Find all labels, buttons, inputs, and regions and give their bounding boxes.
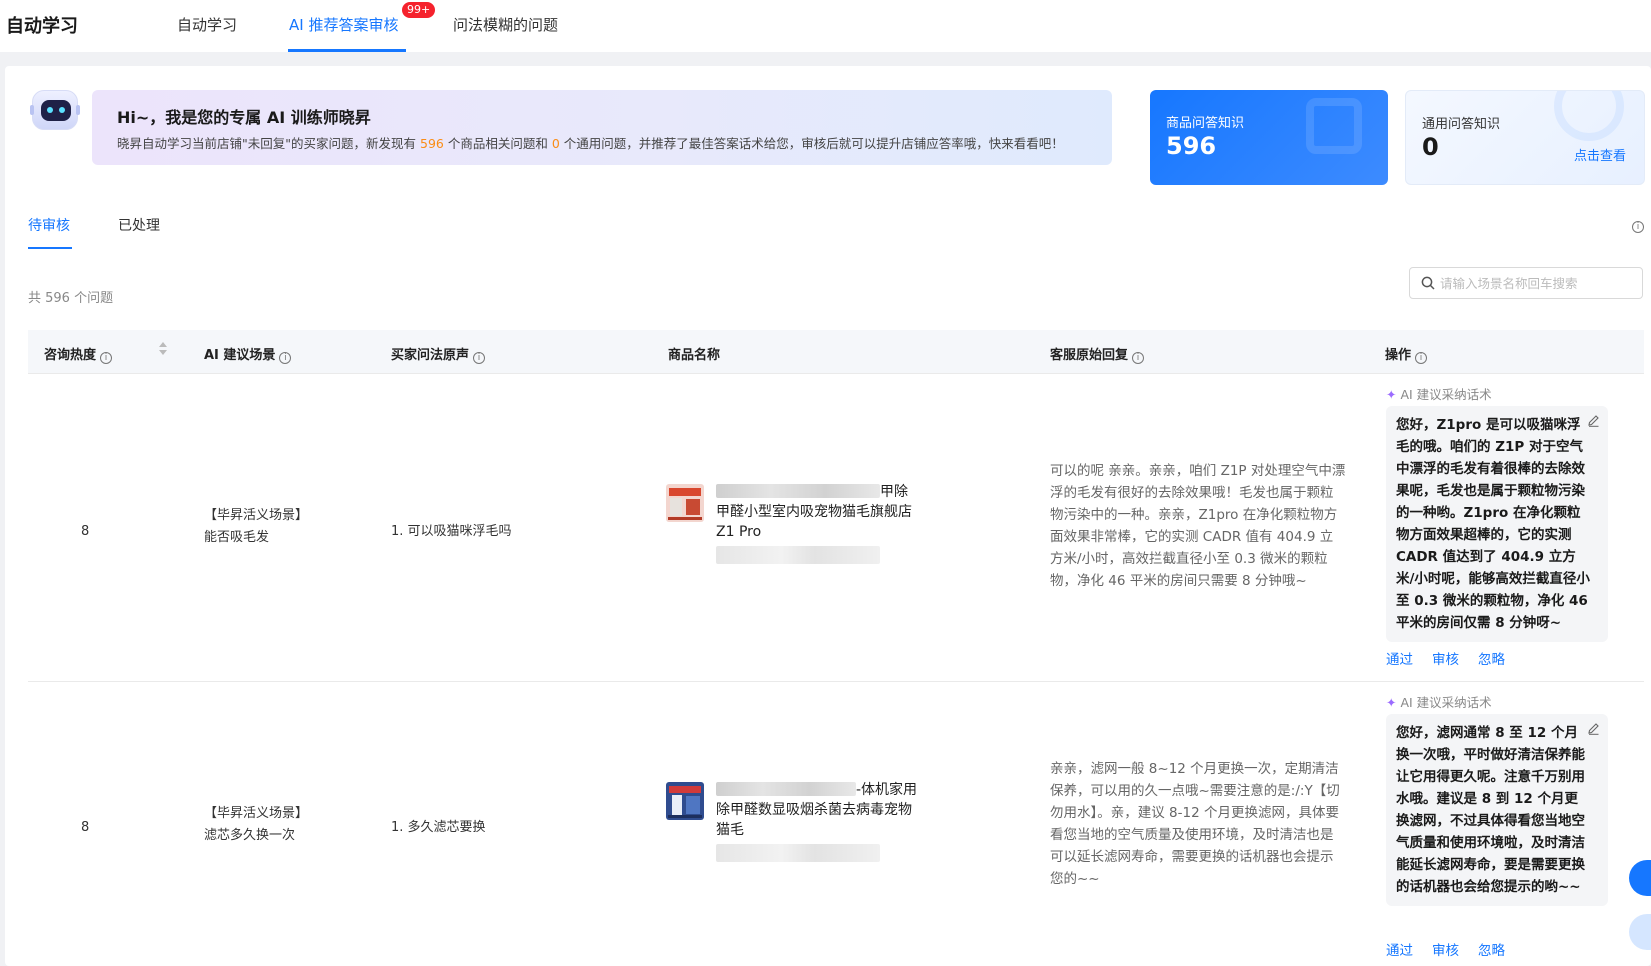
col-heat-label: 咨询热度 — [44, 348, 97, 363]
search-box[interactable] — [1409, 267, 1643, 299]
subtab-active-indicator — [28, 247, 72, 249]
col-original-reply: 客服原始回复 i — [1050, 344, 1145, 364]
nav-tab-vague-questions[interactable]: 问法模糊的问题 — [453, 14, 558, 35]
product-qa-value: 596 — [1166, 132, 1217, 160]
info-icon[interactable]: i — [100, 352, 113, 364]
scene-name: 能否吸毛发 — [204, 530, 270, 545]
search-icon — [1421, 276, 1435, 290]
ai-suggestion-label: ✦ AI 建议采纳话术 — [1386, 384, 1492, 403]
search-input[interactable] — [1440, 269, 1636, 297]
redacted-text — [716, 844, 880, 862]
nav-tab-badge: 99+ — [402, 2, 436, 18]
total-count: 共 596 个问题 — [28, 291, 114, 306]
info-icon[interactable]: i — [279, 352, 292, 364]
banner-product-count: 596 — [420, 136, 444, 151]
info-icon[interactable]: i — [473, 352, 486, 364]
product-name-rest: 除甲醛数显吸烟杀菌去病毒宠物猫毛 — [716, 802, 912, 838]
banner-general-count: 0 — [551, 136, 560, 151]
review-button[interactable]: 审核 — [1432, 939, 1459, 959]
app-title: 自动学习 — [6, 16, 78, 37]
ai-suggestion-label-text: AI 建议采纳话术 — [1400, 387, 1492, 402]
banner-title: Hi~，我是您的专属 AI 训练师晓昇 — [117, 108, 371, 127]
redacted-text — [716, 782, 856, 796]
info-icon[interactable]: i — [1632, 221, 1644, 233]
ai-scene: 【毕昇活义场景】 能否吸毛发 — [204, 505, 308, 549]
general-qa-value: 0 — [1422, 133, 1439, 161]
edit-icon[interactable] — [1587, 722, 1600, 735]
robot-ear-right — [76, 105, 80, 115]
ignore-button[interactable]: 忽略 — [1478, 939, 1505, 959]
col-buyer-voice: 买家问法原声 i — [391, 344, 486, 364]
card-decoration — [1554, 91, 1624, 141]
table-row: 8 【毕昇活义场景】 能否吸毛发 1. 可以吸猫咪浮毛吗 甲除甲醛小型室内吸宠物… — [28, 374, 1644, 682]
product-thumbnail[interactable] — [666, 484, 704, 522]
col-buyer-voice-label: 买家问法原声 — [391, 348, 470, 363]
banner-desc-mid: 个商品相关问题和 — [447, 136, 548, 151]
product-name-tail: -体机家用 — [856, 782, 918, 798]
scene-name: 滤芯多久换一次 — [204, 828, 296, 843]
robot-avatar-icon — [30, 90, 80, 130]
edit-icon[interactable] — [1587, 414, 1600, 427]
product-qa-label: 商品问答知识 — [1166, 116, 1245, 131]
ai-suggestion-text: 您好，Z1pro 是可以吸猫咪浮毛的哦。咱们的 Z1P 对于空气中漂浮的毛发有着… — [1396, 417, 1590, 631]
col-ai-scene-label: AI 建议场景 — [204, 348, 276, 363]
scene-tag: 【毕昇活义场景】 — [204, 806, 309, 821]
subtab-pending[interactable]: 待审核 — [28, 215, 70, 235]
product-thumbnail[interactable] — [666, 782, 704, 820]
sparkle-icon: ✦ — [1386, 387, 1397, 402]
nav-tab-ai-review[interactable]: AI 推荐答案审核 — [289, 14, 398, 35]
original-reply: 可以的呢 亲亲。亲亲，咱们 Z1P 对处理空气中漂浮的毛发有很好的去除效果哦！毛… — [1050, 463, 1346, 589]
heat-value: 8 — [81, 524, 90, 539]
robot-ear-left — [30, 105, 34, 115]
scene-tag: 【毕昇活义场景】 — [204, 508, 309, 523]
product-qa-card[interactable]: 商品问答知识 596 — [1150, 90, 1388, 185]
redacted-text — [716, 546, 880, 564]
col-actions: 操作 i — [1385, 344, 1428, 364]
col-product-name: 商品名称 — [668, 348, 721, 363]
col-original-reply-label: 客服原始回复 — [1050, 348, 1129, 363]
product-name-rest: 醛小型室内吸宠物猫毛旗舰店Z1 Pro — [716, 504, 912, 540]
banner-desc-suffix: 个通用问题，并推荐了最佳答案话术给您，审核后就可以提升店铺应答率哦，快来看看吧！ — [563, 136, 1064, 151]
ai-suggestion-label-text: AI 建议采纳话术 — [1400, 695, 1492, 710]
subtab-processed[interactable]: 已处理 — [118, 215, 160, 235]
review-button[interactable]: 审核 — [1432, 648, 1459, 668]
view-general-link[interactable]: 点击查看 — [1574, 145, 1626, 164]
heat-value: 8 — [81, 820, 90, 835]
buyer-voice: 1. 可以吸猫咪浮毛吗 — [391, 524, 512, 539]
col-actions-label: 操作 — [1385, 348, 1412, 363]
banner-desc-prefix: 晓昇自动学习当前店铺"未回复"的买家问题，新发现有 — [117, 136, 417, 151]
redacted-text — [716, 484, 880, 498]
nav-tab-active-indicator — [288, 49, 406, 52]
sparkle-icon: ✦ — [1386, 695, 1397, 710]
buyer-voice: 1. 多久滤芯要换 — [391, 820, 486, 835]
original-reply: 亲亲，滤网一般 8~12 个月更换一次，定期清洁保养，可以用的久一点哦~需要注意… — [1050, 761, 1340, 887]
info-icon[interactable]: i — [1415, 352, 1428, 364]
product-name[interactable]: -体机家用除甲醛数显吸烟杀菌去病毒宠物猫毛 — [716, 780, 920, 840]
robot-face — [41, 100, 71, 121]
product-name[interactable]: 甲除甲醛小型室内吸宠物猫毛旗舰店Z1 Pro — [716, 482, 920, 542]
ai-suggestion-box: 您好，滤网通常 8 至 12 个月换一次哦，平时做好清洁保养能让它用得更久呢。注… — [1386, 714, 1608, 906]
nav-tab-auto-learn[interactable]: 自动学习 — [177, 14, 237, 35]
table-header: 咨询热度 i AI 建议场景 i 买家问法原声 i 商品名称 客服原始回复 i 操作 i — [28, 330, 1644, 374]
col-heat: 咨询热度 i — [44, 344, 113, 364]
ai-scene: 【毕昇活义场景】 滤芯多久换一次 — [204, 803, 308, 847]
banner-description: 晓昇自动学习当前店铺"未回复"的买家问题，新发现有 596 个商品相关问题和 0… — [117, 133, 1064, 152]
sort-icon[interactable] — [158, 340, 168, 358]
general-qa-card[interactable]: 通用问答知识 0 点击查看 — [1405, 90, 1645, 185]
ai-suggestion-label: ✦ AI 建议采纳话术 — [1386, 692, 1492, 711]
table-row: 8 【毕昇活义场景】 滤芯多久换一次 1. 多久滤芯要换 -体机家用除甲醛数显吸… — [28, 682, 1644, 966]
info-icon[interactable]: i — [1132, 352, 1145, 364]
pass-button[interactable]: 通过 — [1386, 939, 1413, 959]
col-ai-scene: AI 建议场景 i — [204, 344, 292, 364]
pass-button[interactable]: 通过 — [1386, 648, 1413, 668]
top-nav: 自动学习 自动学习 AI 推荐答案审核 99+ 问法模糊的问题 — [0, 0, 1651, 52]
robot-eye-left — [47, 107, 53, 113]
robot-eye-right — [59, 107, 65, 113]
ai-suggestion-text: 您好，滤网通常 8 至 12 个月换一次哦，平时做好清洁保养能让它用得更久呢。注… — [1396, 725, 1585, 895]
general-qa-label: 通用问答知识 — [1422, 117, 1501, 132]
ai-suggestion-box: 您好，Z1pro 是可以吸猫咪浮毛的哦。咱们的 Z1P 对于空气中漂浮的毛发有着… — [1386, 406, 1608, 642]
card-decoration — [1306, 98, 1362, 154]
ignore-button[interactable]: 忽略 — [1478, 648, 1505, 668]
